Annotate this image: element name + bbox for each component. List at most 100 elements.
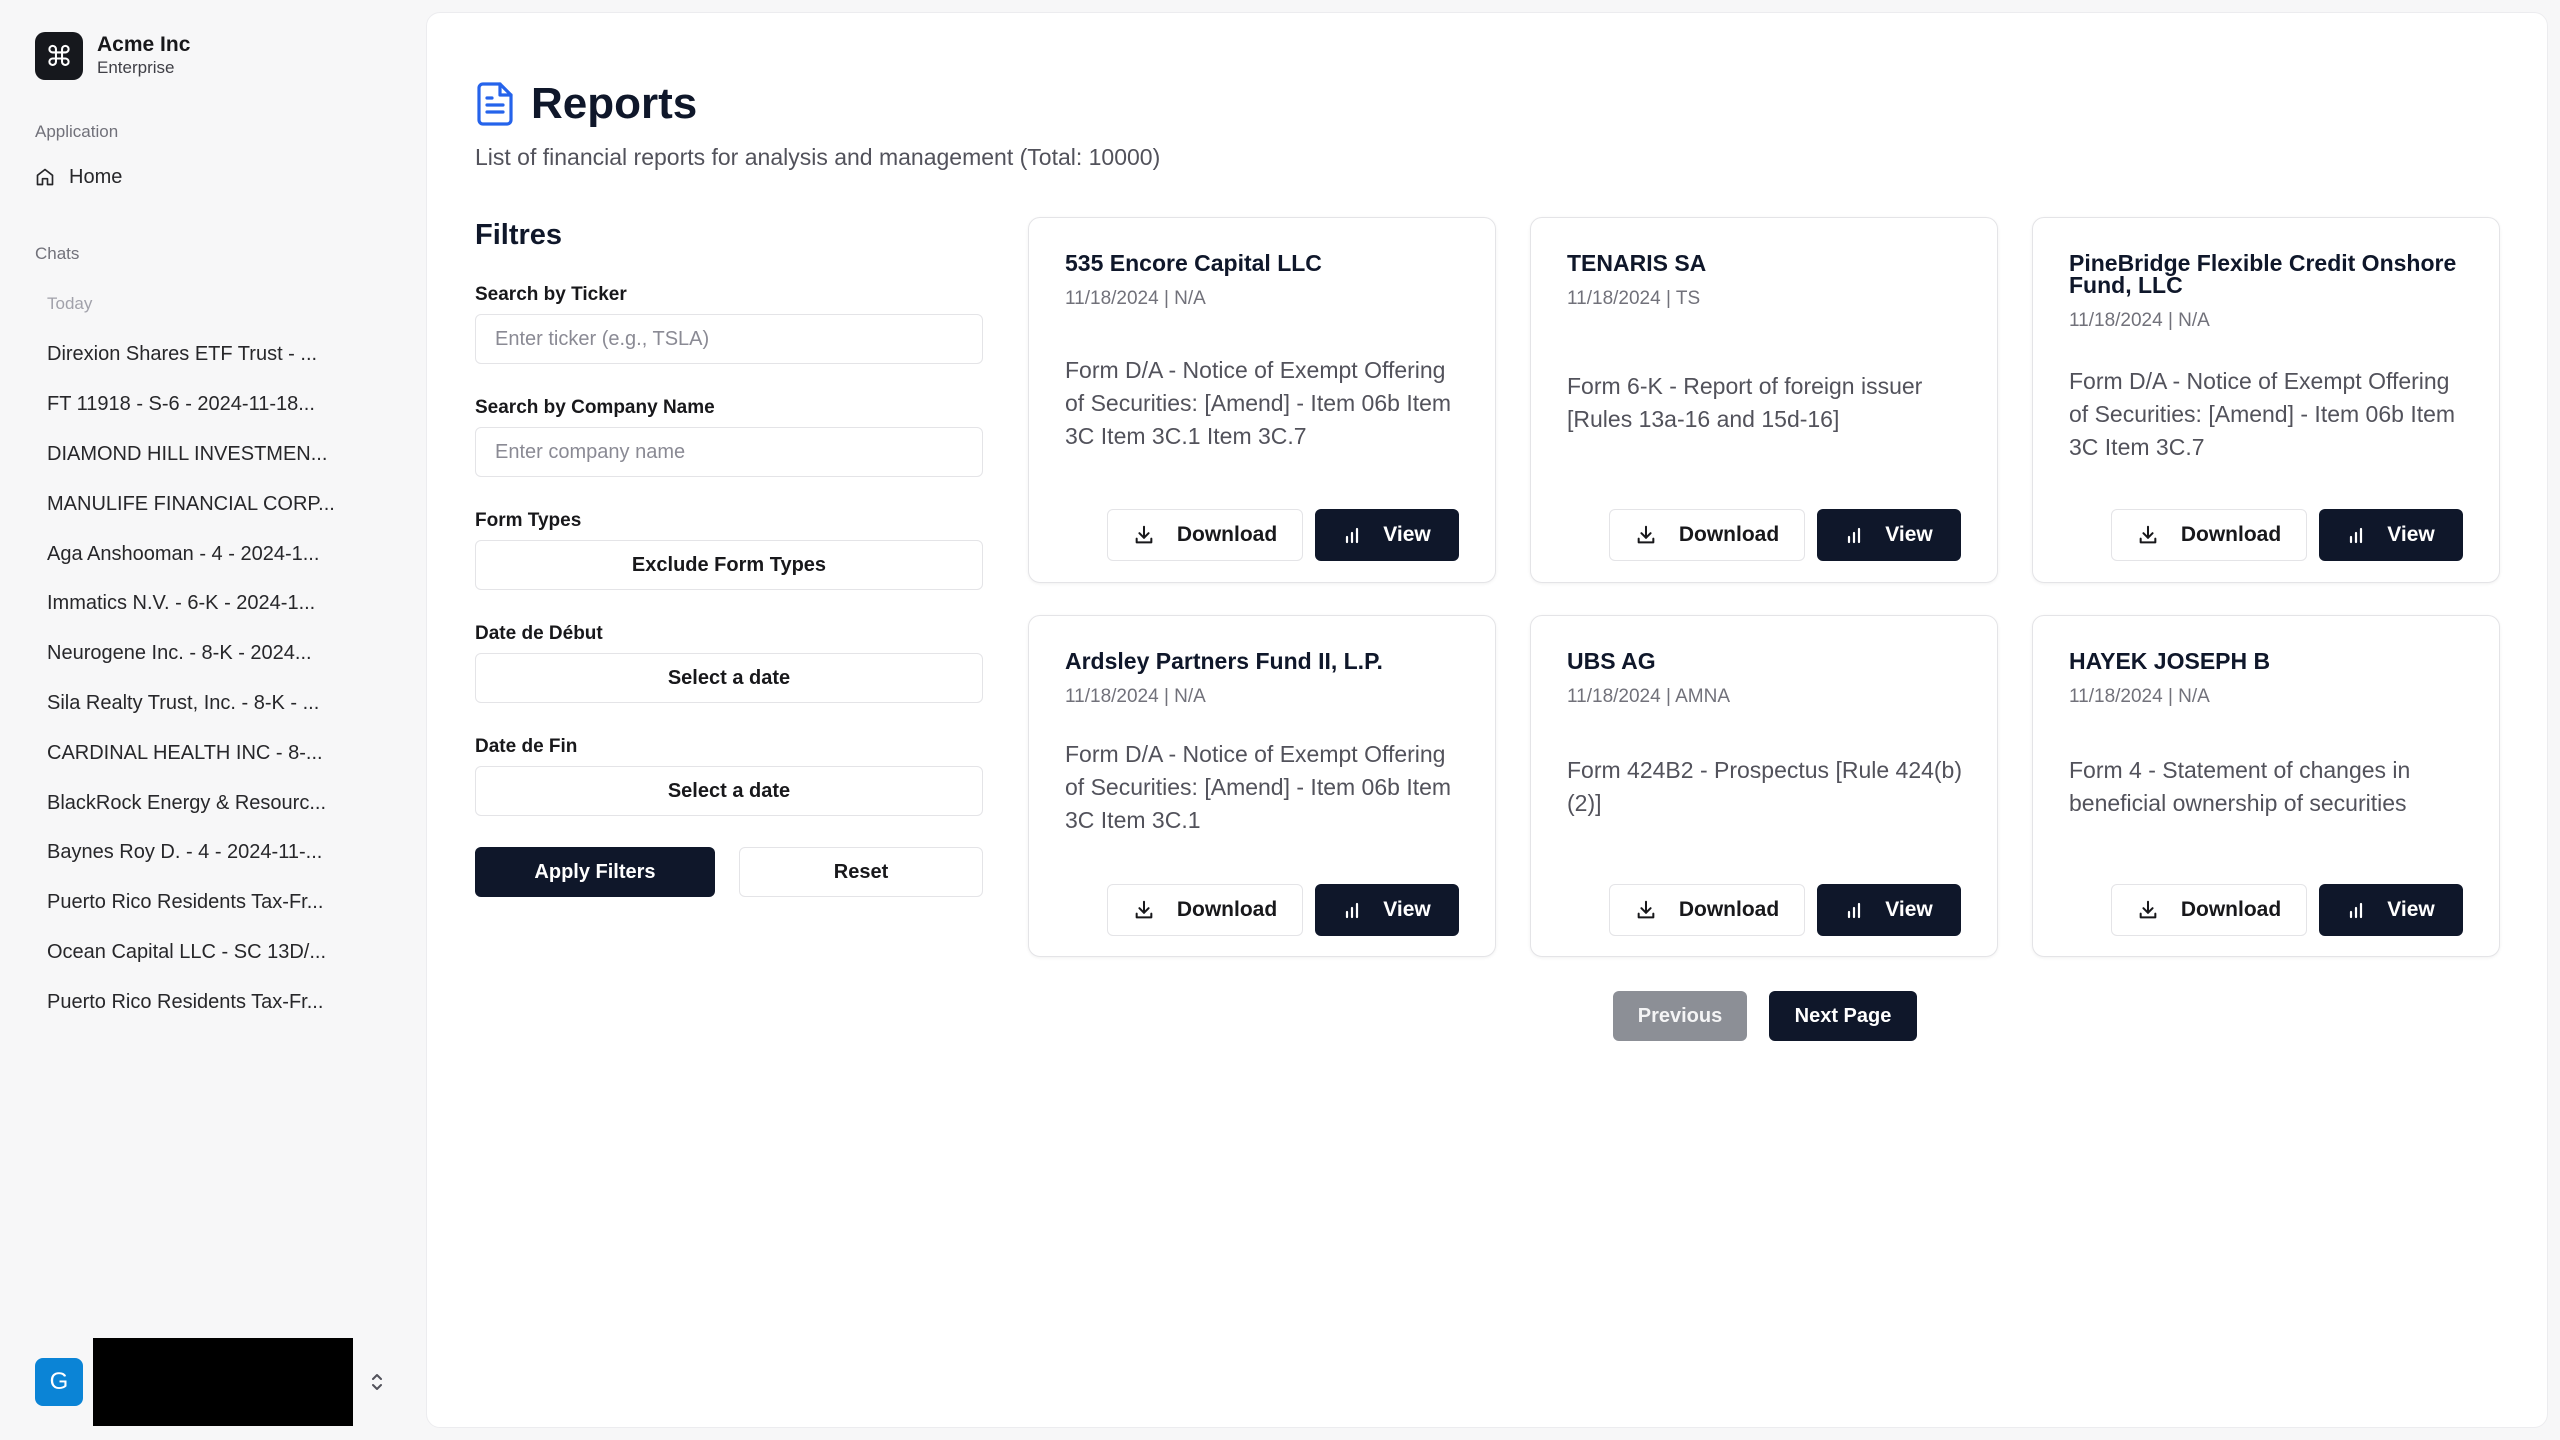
chat-item[interactable]: BlackRock Energy & Resourc... <box>35 778 355 828</box>
report-card: TENARIS SA 11/18/2024 | TS Form 6-K - Re… <box>1530 217 1998 583</box>
download-label: Download <box>1176 898 1278 921</box>
view-button[interactable]: View <box>1817 509 1961 561</box>
brand-switcher[interactable]: ⌘ Acme Inc Enterprise <box>35 32 190 80</box>
download-button[interactable]: Download <box>1609 509 1805 561</box>
report-description: Form D/A - Notice of Exempt Offering of … <box>1065 357 1452 449</box>
company-search-input[interactable] <box>475 427 983 477</box>
bar-chart-icon <box>2347 526 2387 544</box>
chat-item[interactable]: Puerto Rico Residents Tax-Fr... <box>35 977 355 1027</box>
chat-item[interactable]: FT 11918 - S-6 - 2024-11-18... <box>35 380 355 430</box>
brand-text: Acme Inc Enterprise <box>97 33 190 79</box>
report-company-name: 535 Encore Capital LLC <box>1065 250 1322 276</box>
chat-item[interactable]: Sila Realty Trust, Inc. - 8-K - ... <box>35 679 355 729</box>
filter-actions: Apply Filters Reset <box>475 847 983 897</box>
chat-item[interactable]: Baynes Roy D. - 4 - 2024-11-... <box>35 828 355 878</box>
report-card: HAYEK JOSEPH B 11/18/2024 | N/A Form 4 -… <box>2032 615 2500 957</box>
avatar: G <box>35 1358 83 1406</box>
bar-chart-icon <box>2347 901 2387 919</box>
view-label: View <box>2387 523 2435 546</box>
report-company-name: UBS AG <box>1567 648 1656 674</box>
bar-chart-icon <box>1845 901 1885 919</box>
page-subtitle: List of financial reports for analysis a… <box>475 144 1161 170</box>
report-meta: 11/18/2024 | N/A <box>2069 310 2210 331</box>
view-button[interactable]: View <box>2319 884 2463 936</box>
report-company-name: HAYEK JOSEPH B <box>2069 648 2271 674</box>
download-button[interactable]: Download <box>2111 884 2307 936</box>
download-button[interactable]: Download <box>1107 509 1303 561</box>
download-button[interactable]: Download <box>1609 884 1805 936</box>
report-description: Form 4 - Statement of changes in benefic… <box>2069 757 2411 816</box>
sidebar-item-label: Home <box>69 165 123 188</box>
view-button[interactable]: View <box>1315 509 1459 561</box>
chat-item[interactable]: Aga Anshooman - 4 - 2024-1... <box>35 529 355 579</box>
exclude-form-types-button[interactable]: Exclude Form Types <box>475 540 983 590</box>
download-label: Download <box>1678 898 1780 921</box>
report-company-name: Ardsley Partners Fund II, L.P. <box>1065 648 1383 674</box>
file-text-icon <box>475 81 515 127</box>
view-button[interactable]: View <box>1315 884 1459 936</box>
report-actions: Download View <box>2111 509 2463 561</box>
form-types-label: Form Types <box>475 510 582 531</box>
download-label: Download <box>1176 523 1278 546</box>
report-meta: 11/18/2024 | N/A <box>2069 686 2210 707</box>
command-icon: ⌘ <box>35 32 83 80</box>
apply-filters-button[interactable]: Apply Filters <box>475 847 715 897</box>
report-meta: 11/18/2024 | N/A <box>1065 686 1206 707</box>
report-description: Form 6-K - Report of foreign issuer [Rul… <box>1567 373 1923 432</box>
chat-list: Direxion Shares ETF Trust - ... FT 11918… <box>35 330 355 1027</box>
view-label: View <box>2387 898 2435 921</box>
filters-title: Filtres <box>475 219 563 251</box>
download-icon <box>1635 899 1679 921</box>
chat-item[interactable]: DIAMOND HILL INVESTMEN... <box>35 430 355 480</box>
bar-chart-icon <box>1343 901 1383 919</box>
report-actions: Download View <box>1107 509 1459 561</box>
report-actions: Download View <box>1609 884 1961 936</box>
previous-page-button[interactable]: Previous <box>1613 991 1747 1041</box>
chevrons-up-down-icon <box>369 1371 385 1393</box>
chat-item[interactable]: Ocean Capital LLC - SC 13D/... <box>35 928 355 978</box>
download-button[interactable]: Download <box>1107 884 1303 936</box>
report-card: Ardsley Partners Fund II, L.P. 11/18/202… <box>1028 615 1496 957</box>
view-label: View <box>1383 898 1431 921</box>
page-title: Reports <box>531 79 698 128</box>
chat-item[interactable]: CARDINAL HEALTH INC - 8-... <box>35 728 355 778</box>
sidebar: ⌘ Acme Inc Enterprise Application Home C… <box>0 0 426 1440</box>
report-meta: 11/18/2024 | AMNA <box>1567 686 1731 707</box>
user-menu[interactable]: G <box>35 1338 385 1426</box>
page-header: Reports <box>475 79 697 129</box>
start-date-picker[interactable]: Select a date <box>475 653 983 703</box>
view-label: View <box>1885 898 1933 921</box>
home-icon <box>35 167 55 187</box>
end-date-picker[interactable]: Select a date <box>475 766 983 816</box>
ticker-search-input[interactable] <box>475 314 983 364</box>
view-button[interactable]: View <box>2319 509 2463 561</box>
chat-item[interactable]: Immatics N.V. - 6-K - 2024-1... <box>35 579 355 629</box>
report-actions: Download View <box>1107 884 1459 936</box>
view-label: View <box>1383 523 1431 546</box>
redacted-user-info <box>93 1338 353 1426</box>
filters-panel: Filtres Search by Ticker Search by Compa… <box>475 219 983 897</box>
next-page-button[interactable]: Next Page <box>1769 991 1917 1041</box>
start-date-label: Date de Début <box>475 623 603 644</box>
download-label: Download <box>1678 523 1780 546</box>
today-group-label: Today <box>47 294 93 313</box>
chat-item[interactable]: Neurogene Inc. - 8-K - 2024... <box>35 629 355 679</box>
chat-item[interactable]: Puerto Rico Residents Tax-Fr... <box>35 878 355 928</box>
report-card: PineBridge Flexible Credit Onshore Fund,… <box>2032 217 2500 583</box>
chats-section-label: Chats <box>35 244 80 263</box>
bar-chart-icon <box>1343 526 1383 544</box>
report-description: Form D/A - Notice of Exempt Offering of … <box>2069 368 2456 460</box>
application-section-label: Application <box>35 122 119 141</box>
download-icon <box>2137 899 2181 921</box>
download-button[interactable]: Download <box>2111 509 2307 561</box>
download-icon <box>1635 524 1679 546</box>
ticker-label: Search by Ticker <box>475 284 627 305</box>
sidebar-item-home[interactable]: Home <box>35 160 122 194</box>
view-button[interactable]: View <box>1817 884 1961 936</box>
download-icon <box>2137 524 2181 546</box>
bar-chart-icon <box>1845 526 1885 544</box>
brand-name: Acme Inc <box>97 33 191 56</box>
chat-item[interactable]: MANULIFE FINANCIAL CORP... <box>35 479 355 529</box>
reset-button[interactable]: Reset <box>739 847 983 897</box>
chat-item[interactable]: Direxion Shares ETF Trust - ... <box>35 330 355 380</box>
